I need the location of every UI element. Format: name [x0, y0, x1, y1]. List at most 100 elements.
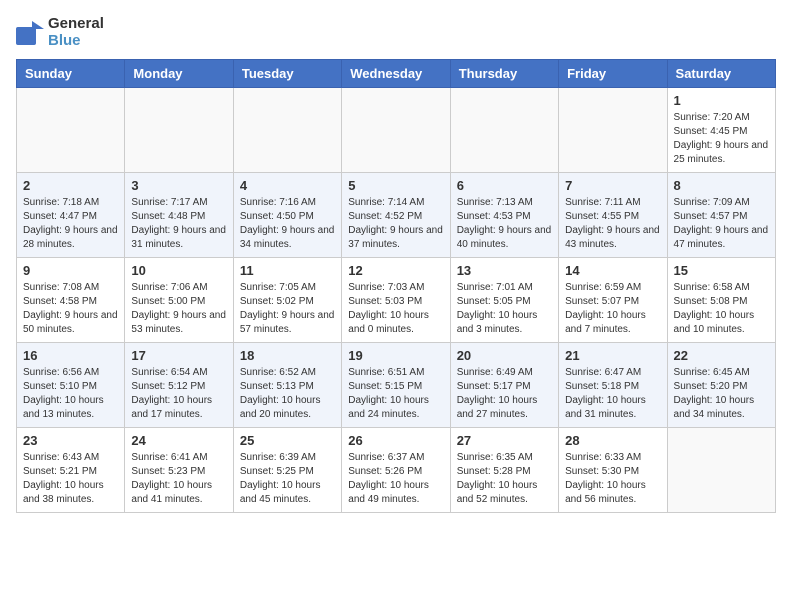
calendar-cell: 16 Sunrise: 6:56 AM Sunset: 5:10 PM Dayli… [17, 343, 125, 428]
day-info: Sunrise: 6:49 AM Sunset: 5:17 PM Dayligh… [457, 366, 552, 422]
day-info: Sunrise: 7:17 AM Sunset: 4:48 PM Dayligh… [131, 196, 226, 252]
calendar-cell: 24 Sunrise: 6:41 AM Sunset: 5:23 PM Dayli… [125, 428, 233, 513]
calendar-cell: 12Sunrise: 7:03 AM Sunset: 5:03 PM Dayli… [342, 258, 450, 343]
day-info: Sunrise: 6:59 AM Sunset: 5:07 PM Dayligh… [565, 281, 660, 337]
logo-text-general: General [48, 16, 104, 33]
calendar-cell: 28 Sunrise: 6:33 AM Sunset: 5:30 PM Dayli… [559, 428, 667, 513]
weekday-header-monday: Monday [125, 60, 233, 88]
calendar-cell [17, 88, 125, 173]
day-number: 2 [23, 178, 118, 193]
weekday-header-wednesday: Wednesday [342, 60, 450, 88]
weekday-header-sunday: Sunday [17, 60, 125, 88]
day-info: Sunrise: 6:58 AM Sunset: 5:08 PM Dayligh… [674, 281, 769, 337]
day-number: 16 [23, 348, 118, 363]
calendar-cell [559, 88, 667, 173]
day-number: 25 [240, 433, 335, 448]
week-row-4: 16 Sunrise: 6:56 AM Sunset: 5:10 PM Dayli… [17, 343, 776, 428]
day-number: 22 [674, 348, 769, 363]
calendar-cell: 23 Sunrise: 6:43 AM Sunset: 5:21 PM Dayli… [17, 428, 125, 513]
day-number: 20 [457, 348, 552, 363]
calendar-cell: 14 Sunrise: 6:59 AM Sunset: 5:07 PM Dayli… [559, 258, 667, 343]
day-info: Sunrise: 6:45 AM Sunset: 5:20 PM Dayligh… [674, 366, 769, 422]
weekday-header-thursday: Thursday [450, 60, 558, 88]
day-number: 7 [565, 178, 660, 193]
calendar-cell: 13 Sunrise: 7:01 AM Sunset: 5:05 PM Dayli… [450, 258, 558, 343]
calendar-cell: 9 Sunrise: 7:08 AM Sunset: 4:58 PM Daylig… [17, 258, 125, 343]
calendar-cell: 20 Sunrise: 6:49 AM Sunset: 5:17 PM Dayli… [450, 343, 558, 428]
calendar-cell: 2 Sunrise: 7:18 AM Sunset: 4:47 PM Daylig… [17, 173, 125, 258]
week-row-2: 2 Sunrise: 7:18 AM Sunset: 4:47 PM Daylig… [17, 173, 776, 258]
day-info: Sunrise: 6:56 AM Sunset: 5:10 PM Dayligh… [23, 366, 118, 422]
calendar-cell: 6 Sunrise: 7:13 AM Sunset: 4:53 PM Daylig… [450, 173, 558, 258]
day-info: Sunrise: 6:51 AM Sunset: 5:15 PM Dayligh… [348, 366, 443, 422]
day-info: Sunrise: 6:33 AM Sunset: 5:30 PM Dayligh… [565, 451, 660, 507]
day-number: 14 [565, 263, 660, 278]
calendar-cell: 11Sunrise: 7:05 AM Sunset: 5:02 PM Dayli… [233, 258, 341, 343]
calendar-cell: 22 Sunrise: 6:45 AM Sunset: 5:20 PM Dayli… [667, 343, 775, 428]
day-number: 1 [674, 93, 769, 108]
day-info: Sunrise: 6:43 AM Sunset: 5:21 PM Dayligh… [23, 451, 118, 507]
day-info: Sunrise: 6:47 AM Sunset: 5:18 PM Dayligh… [565, 366, 660, 422]
weekday-header-row: SundayMondayTuesdayWednesdayThursdayFrid… [17, 60, 776, 88]
calendar-cell: 1 Sunrise: 7:20 AM Sunset: 4:45 PM Daylig… [667, 88, 775, 173]
day-info: Sunrise: 6:37 AM Sunset: 5:26 PM Dayligh… [348, 451, 443, 507]
calendar-cell: 25 Sunrise: 6:39 AM Sunset: 5:25 PM Dayli… [233, 428, 341, 513]
calendar-cell: 26 Sunrise: 6:37 AM Sunset: 5:26 PM Dayli… [342, 428, 450, 513]
day-info: Sunrise: 6:54 AM Sunset: 5:12 PM Dayligh… [131, 366, 226, 422]
day-number: 18 [240, 348, 335, 363]
day-number: 8 [674, 178, 769, 193]
day-number: 17 [131, 348, 226, 363]
day-info: Sunrise: 7:18 AM Sunset: 4:47 PM Dayligh… [23, 196, 118, 252]
day-number: 6 [457, 178, 552, 193]
calendar-cell [125, 88, 233, 173]
day-info: Sunrise: 7:09 AM Sunset: 4:57 PM Dayligh… [674, 196, 769, 252]
day-info: Sunrise: 7:13 AM Sunset: 4:53 PM Dayligh… [457, 196, 552, 252]
week-row-1: 1 Sunrise: 7:20 AM Sunset: 4:45 PM Daylig… [17, 88, 776, 173]
day-number: 26 [348, 433, 443, 448]
day-number: 4 [240, 178, 335, 193]
day-number: 21 [565, 348, 660, 363]
calendar-cell: 27 Sunrise: 6:35 AM Sunset: 5:28 PM Dayli… [450, 428, 558, 513]
day-info: Sunrise: 6:39 AM Sunset: 5:25 PM Dayligh… [240, 451, 335, 507]
calendar-cell: 19 Sunrise: 6:51 AM Sunset: 5:15 PM Dayli… [342, 343, 450, 428]
calendar-cell: 15 Sunrise: 6:58 AM Sunset: 5:08 PM Dayli… [667, 258, 775, 343]
calendar-cell [450, 88, 558, 173]
weekday-header-tuesday: Tuesday [233, 60, 341, 88]
day-number: 23 [23, 433, 118, 448]
logo: General Blue [16, 16, 104, 49]
day-number: 5 [348, 178, 443, 193]
calendar-cell: 21 Sunrise: 6:47 AM Sunset: 5:18 PM Dayli… [559, 343, 667, 428]
day-info: Sunrise: 7:20 AM Sunset: 4:45 PM Dayligh… [674, 111, 769, 167]
day-info: Sunrise: 7:14 AM Sunset: 4:52 PM Dayligh… [348, 196, 443, 252]
day-number: 10 [131, 263, 226, 278]
calendar-cell: 3Sunrise: 7:17 AM Sunset: 4:48 PM Daylig… [125, 173, 233, 258]
day-number: 9 [23, 263, 118, 278]
calendar-cell: 17 Sunrise: 6:54 AM Sunset: 5:12 PM Dayli… [125, 343, 233, 428]
calendar-cell: 10 Sunrise: 7:06 AM Sunset: 5:00 PM Dayli… [125, 258, 233, 343]
weekday-header-saturday: Saturday [667, 60, 775, 88]
day-number: 13 [457, 263, 552, 278]
day-info: Sunrise: 6:41 AM Sunset: 5:23 PM Dayligh… [131, 451, 226, 507]
day-info: Sunrise: 7:05 AM Sunset: 5:02 PM Dayligh… [240, 281, 335, 337]
day-info: Sunrise: 7:16 AM Sunset: 4:50 PM Dayligh… [240, 196, 335, 252]
day-info: Sunrise: 7:08 AM Sunset: 4:58 PM Dayligh… [23, 281, 118, 337]
header: General Blue [16, 16, 776, 49]
calendar-cell: 8 Sunrise: 7:09 AM Sunset: 4:57 PM Daylig… [667, 173, 775, 258]
day-number: 15 [674, 263, 769, 278]
day-info: Sunrise: 7:01 AM Sunset: 5:05 PM Dayligh… [457, 281, 552, 337]
day-number: 24 [131, 433, 226, 448]
logo-text-blue: Blue [48, 33, 104, 50]
day-number: 28 [565, 433, 660, 448]
day-info: Sunrise: 6:52 AM Sunset: 5:13 PM Dayligh… [240, 366, 335, 422]
week-row-3: 9 Sunrise: 7:08 AM Sunset: 4:58 PM Daylig… [17, 258, 776, 343]
logo-icon [16, 21, 44, 45]
calendar-cell [667, 428, 775, 513]
day-info: Sunrise: 6:35 AM Sunset: 5:28 PM Dayligh… [457, 451, 552, 507]
calendar-cell: 18 Sunrise: 6:52 AM Sunset: 5:13 PM Dayli… [233, 343, 341, 428]
day-number: 12 [348, 263, 443, 278]
calendar-cell: 4 Sunrise: 7:16 AM Sunset: 4:50 PM Daylig… [233, 173, 341, 258]
day-number: 19 [348, 348, 443, 363]
day-info: Sunrise: 7:06 AM Sunset: 5:00 PM Dayligh… [131, 281, 226, 337]
day-number: 27 [457, 433, 552, 448]
calendar-cell [342, 88, 450, 173]
